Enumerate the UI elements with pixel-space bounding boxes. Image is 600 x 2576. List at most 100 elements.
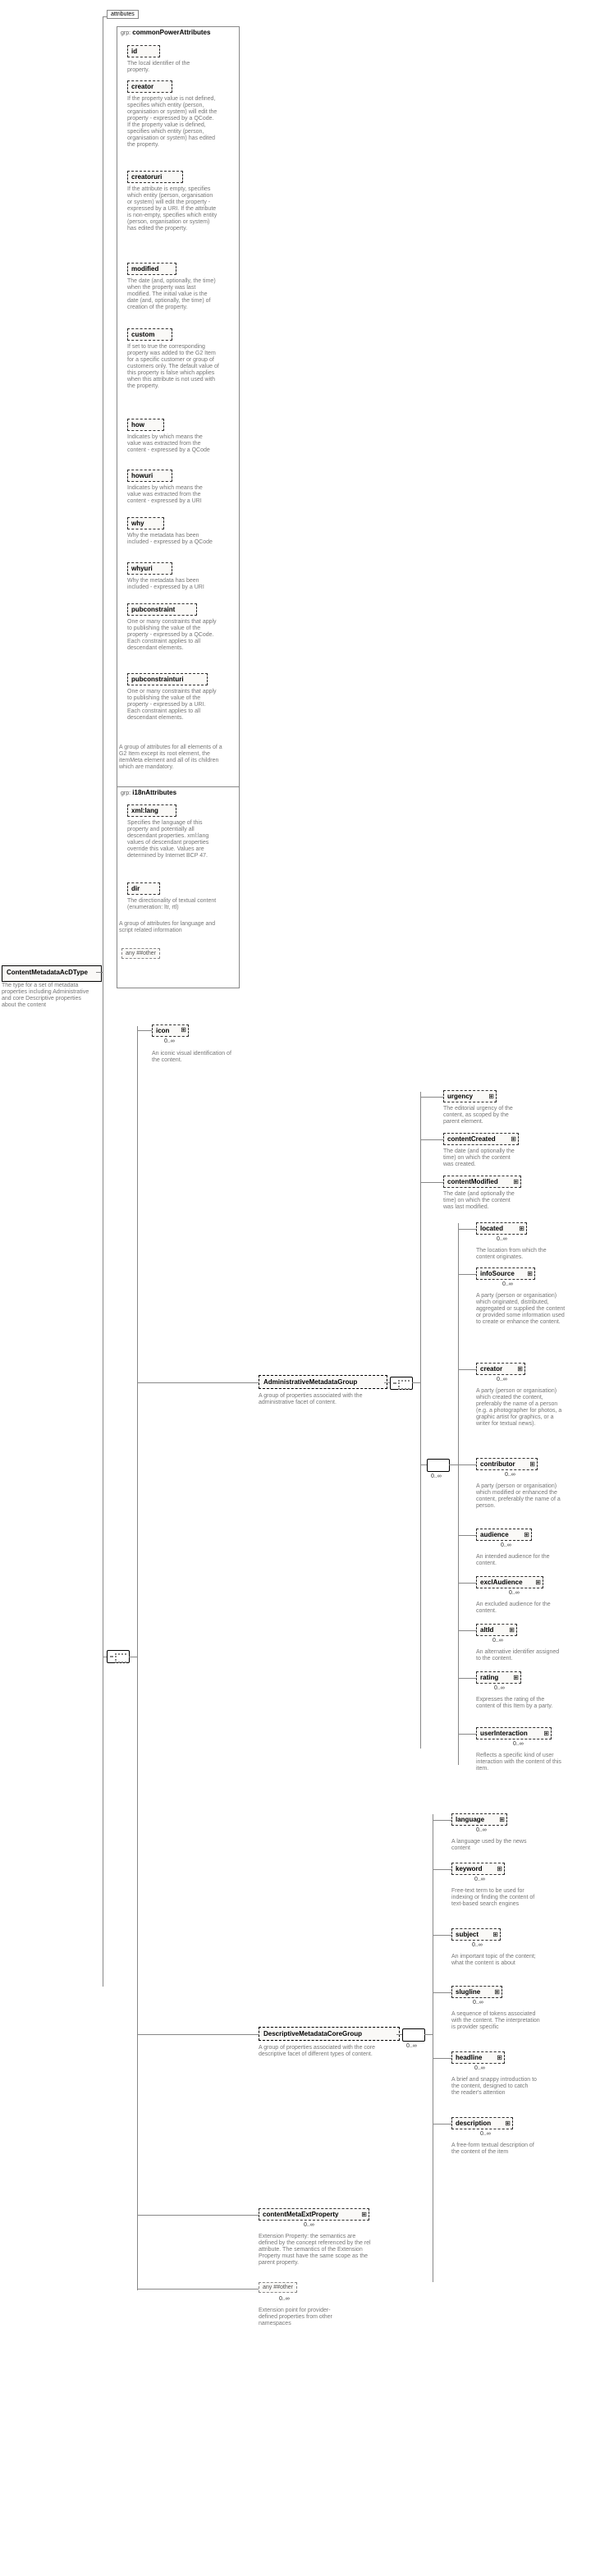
d: A free-form textual description of the c…: [451, 2143, 538, 2156]
elem-language: language⊞: [451, 1813, 507, 1826]
c: [433, 1820, 451, 1821]
c: [420, 1182, 443, 1183]
c: [433, 2058, 451, 2059]
expand-icon: ⊞: [543, 1730, 549, 1737]
d: A party (person or organisation) which c…: [476, 1388, 566, 1428]
grp-label: grp:: [121, 791, 131, 796]
expand-icon: ⊞: [181, 1026, 186, 1034]
root-desc: The type for a set of metadata propertie…: [2, 983, 96, 1009]
elem-exclaudience: exclAudience⊞: [476, 1576, 543, 1588]
card: 0..∞: [472, 1942, 483, 1948]
d: If set to true the corresponding propert…: [127, 344, 222, 390]
d: A brief and snappy introduction to the c…: [451, 2077, 538, 2097]
d: Why the metadata has been included - exp…: [127, 578, 218, 591]
desccore-name: DescriptiveMetadataCoreGroup: [263, 2030, 362, 2037]
expand-icon: ⊞: [494, 1988, 500, 1996]
c: [384, 1382, 390, 1383]
d: Expresses the rating of the content of t…: [476, 1697, 562, 1710]
grp-desccore: DescriptiveMetadataCoreGroup: [259, 2027, 400, 2041]
admin-v: [420, 1092, 421, 1749]
root-type: ContentMetadataAcDType: [2, 965, 102, 982]
expand-icon: ⊞: [524, 1531, 529, 1538]
c: [458, 1464, 476, 1465]
card: 0..∞: [497, 1236, 507, 1242]
card: 0..∞: [279, 2296, 290, 2302]
expand-icon: ⊞: [511, 1135, 516, 1143]
connector: [96, 972, 103, 973]
c: [458, 1274, 476, 1275]
admin-name: AdministrativeMetadataGroup: [263, 1378, 357, 1386]
card: 0..∞: [502, 1281, 513, 1287]
admin-choice: [427, 1459, 450, 1472]
c: [137, 1030, 152, 1031]
card: 0..∞: [501, 1542, 511, 1548]
grp-label: grp:: [121, 30, 131, 36]
attr-custom: custom: [127, 328, 172, 341]
c: [458, 1535, 476, 1536]
grp-name: commonPowerAttributes: [132, 29, 210, 36]
card: 0..∞: [505, 1472, 515, 1478]
elem-altid: altId⊞: [476, 1624, 517, 1636]
d: A party (person or organisation) which m…: [476, 1483, 562, 1510]
elem-contentmetaext: contentMetaExtProperty⊞: [259, 2208, 369, 2221]
c: [433, 1935, 451, 1936]
attr-pubconstraint: pubconstraint: [127, 603, 197, 616]
card: 0..∞: [304, 2222, 314, 2228]
expand-icon: ⊞: [513, 1178, 519, 1185]
c: [433, 1869, 451, 1870]
elem-creator-admin: creator⊞: [476, 1363, 525, 1375]
d: If the attribute is empty, specifies whi…: [127, 186, 218, 232]
c: [449, 1464, 458, 1465]
d: The date (and, optionally, the time) whe…: [127, 278, 218, 311]
d: Indicates by which means the value was e…: [127, 485, 218, 505]
attr-how: how: [127, 419, 164, 431]
choice-v: [458, 1223, 459, 1765]
d: The date (and optionally the time) on wh…: [443, 1191, 521, 1211]
d: The date (and optionally the time) on wh…: [443, 1148, 521, 1168]
attr-pubconstrainturi: pubconstrainturi: [127, 673, 208, 685]
elem-keyword: keyword⊞: [451, 1863, 505, 1875]
grp2-desc: A group of attributes for language and s…: [119, 921, 222, 934]
c: [433, 1992, 451, 1993]
main-sequence: [107, 1650, 130, 1663]
c: [137, 2215, 259, 2216]
c: [458, 1229, 476, 1230]
elem-slugline: slugline⊞: [451, 1986, 502, 1998]
elem-contentmodified: contentModified⊞: [443, 1176, 521, 1188]
any-other-attr: any ##other: [121, 948, 160, 959]
d: The editorial urgency of the content, as…: [443, 1106, 521, 1125]
attr-id: id: [127, 45, 160, 57]
attr-creatoruri: creatoruri: [127, 171, 183, 183]
expand-icon: ⊞: [497, 2054, 502, 2061]
d: An iconic visual identification of the c…: [152, 1051, 234, 1064]
card: 0..∞: [473, 2000, 483, 2005]
elem-audience: audience⊞: [476, 1529, 532, 1541]
card: 0..∞: [406, 2043, 417, 2049]
desc-choice: [402, 2028, 425, 2042]
d: An alternative identifier assigned to th…: [476, 1649, 562, 1662]
d: Reflects a specific kind of user interac…: [476, 1753, 562, 1772]
attr-whyuri: whyuri: [127, 562, 172, 575]
grp-name: i18nAttributes: [132, 789, 176, 796]
grp1-desc: A group of attributes for all elements o…: [119, 745, 226, 771]
card: 0..∞: [497, 1377, 507, 1382]
d: A sequence of tokens associated with the…: [451, 2011, 542, 2031]
admin-seq: [390, 1377, 413, 1390]
admin-desc: A group of properties associated with th…: [259, 1393, 378, 1406]
desccore-desc: A group of properties associated with th…: [259, 2045, 386, 2058]
d: Free-text term to be used for indexing o…: [451, 1888, 538, 1908]
expand-icon: ⊞: [513, 1674, 519, 1681]
d: If the property value is not defined, sp…: [127, 96, 218, 149]
card: 0..∞: [494, 1685, 505, 1691]
grp-admin: AdministrativeMetadataGroup: [259, 1375, 387, 1389]
attr-dir: dir: [127, 882, 160, 895]
d: An important topic of the content; what …: [451, 1954, 538, 1967]
expand-icon: ⊞: [517, 1365, 523, 1373]
expand-icon: ⊞: [535, 1579, 541, 1586]
attr-howuri: howuri: [127, 470, 172, 482]
c: [420, 1139, 443, 1140]
c: [396, 2034, 402, 2035]
c: [103, 16, 107, 17]
attr-modified: modified: [127, 263, 176, 275]
expand-icon: ⊞: [499, 1816, 505, 1823]
